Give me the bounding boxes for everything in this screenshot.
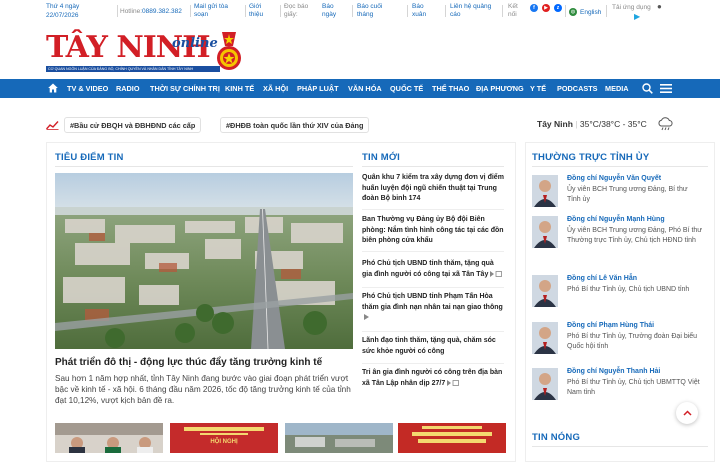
app-download-label: Tải ứng dụng [612,4,651,11]
latest-section-title[interactable]: TIN MỚI [362,152,400,163]
date-weekday: Thứ 4 ngày [46,3,80,10]
thumbnail-1[interactable] [55,423,163,453]
nav-world[interactable]: QUỐC TẾ [390,79,423,98]
read-print-label: Đọc báo giấy: [284,3,309,18]
back-to-top-button[interactable] [676,402,698,424]
link-spring[interactable]: Báo xuân [412,3,426,19]
hot-news-section-title[interactable]: TIN NÓNG [532,432,580,443]
leader-avatar [532,175,558,207]
zalo-icon[interactable]: z [554,4,562,12]
logo-tagline: CƠ QUAN NGÔN LUẬN CỦA ĐẢNG BỘ, CHÍNH QUY… [46,66,220,72]
focus-section-title[interactable]: TIÊU ĐIỂM TIN [55,152,124,163]
link-about[interactable]: Giới thiệu [249,3,263,19]
leader-name[interactable]: Đồng chí Nguyễn Thanh Hải [567,368,660,375]
link-mail[interactable]: Mail gửi tòa soạn [194,3,228,19]
leader-role: Ủy viên BCH Trung ương Đảng, Bí thư Tỉnh… [567,186,688,203]
nav-health[interactable]: Y TẾ [530,79,546,98]
thumbnail-3[interactable] [285,423,393,453]
thumbnail-2[interactable]: HỘI NGHỊ [170,423,278,453]
latest-news-item-3[interactable]: Phó Chủ tịch UBND tỉnh thăm, tặng quà gi… [362,259,504,280]
cloud-rain-icon [658,117,673,131]
logo-suffix: online [172,36,218,51]
latest-news-item-2[interactable]: Ban Thường vụ Đảng ủy Bộ đội Biên phòng:… [362,215,504,247]
weather-city: Tây Ninh [537,119,573,129]
city-aerial-photo [55,173,353,349]
latest-news-item-6[interactable]: Tri ân gia đình người có công trên địa b… [362,368,504,389]
party-emblem-icon [217,32,241,70]
facebook-icon[interactable]: f [530,4,538,12]
nav-local[interactable]: ĐỊA PHƯƠNG [476,79,524,98]
link-monthly[interactable]: Báo cuối tháng [357,3,382,19]
leader-role: Phó Bí thư Tỉnh ủy, Chủ tịch UBMTTQ Việt… [567,379,700,396]
globe-icon: ◍ [569,8,577,16]
nav-radio[interactable]: RADIO [116,79,140,98]
trending-chart-icon [46,121,59,130]
latest-news-item-1[interactable]: Quân khu 7 kiểm tra xây dựng đơn vị điểm… [362,173,504,205]
youtube-icon[interactable]: ▶ [542,4,550,12]
latest-news-item-5[interactable]: Lãnh đạo tỉnh thăm, tặng quà, chăm sóc s… [362,336,504,357]
standing-section-title[interactable]: THƯỜNG TRỰC TỈNH ỦY [532,152,649,163]
connect-label: Kết nối [508,3,518,18]
trending-tags-bar: #Bầu cử ĐBQH và ĐBHĐND các cấp #ĐHĐB toà… [0,110,720,140]
language-english[interactable]: English [580,9,601,17]
apple-icon[interactable]: ● [657,3,662,11]
thumbnail-4[interactable] [398,423,506,453]
video-image-icon [447,379,460,386]
search-icon[interactable] [642,83,653,94]
nav-podcasts[interactable]: PODCASTS [557,79,598,98]
leader-avatar [532,275,558,307]
hamburger-menu-icon[interactable] [660,84,672,93]
leader-card[interactable]: Đồng chí Lê Văn Hẫn Phó Bí thư Tỉnh ủy, … [532,275,712,315]
tag-election[interactable]: #Bầu cử ĐBQH và ĐBHĐND các cấp [64,117,202,133]
leader-name[interactable]: Đồng chí Lê Văn Hẫn [567,275,637,282]
top-bar: Thứ 4 ngày 22/07/2026 Hotline:0889.382.3… [0,0,720,24]
leader-role: Phó Bí thư Tỉnh ủy, Trưởng đoàn Đại biểu… [567,333,698,350]
main-nav: TV & VIDEO RADIO THỜI SỰ CHÍNH TRỊ KINH … [0,79,720,98]
nav-law[interactable]: PHÁP LUẬT [297,79,339,98]
hero-summary: Sau hơn 1 năm hợp nhất, tỉnh Tây Ninh đa… [55,374,351,405]
nav-media[interactable]: MEDIA [605,79,629,98]
leader-card[interactable]: Đồng chí Nguyễn Văn Quyết Ủy viên BCH Tr… [532,175,712,215]
thumbnail-2-text: HỘI NGHỊ [210,439,238,445]
leader-name[interactable]: Đồng chí Nguyễn Văn Quyết [567,175,661,182]
google-play-icon[interactable]: ▶ [634,13,640,21]
latest-news-item-4[interactable]: Phó Chủ tịch UBND tỉnh Phạm Tấn Hòa thăm… [362,292,504,324]
home-icon[interactable] [48,83,58,93]
video-icon [364,314,369,321]
hotline[interactable]: Hotline:0889.382.382 [120,8,182,16]
nav-sports[interactable]: THỂ THAO [432,79,469,98]
tag-congress[interactable]: #ĐHĐB toàn quốc lần thứ XIV của Đảng [220,117,370,133]
leader-role: Phó Bí thư Tỉnh ủy, Chủ tịch UBND tỉnh [567,286,690,293]
video-image-icon [490,270,503,277]
hero-headline[interactable]: Phát triển đô thị - động lực thúc đẩy tă… [55,357,355,368]
chevron-up-icon [682,410,692,416]
link-ads[interactable]: Liên hệ quảng cáo [450,3,491,19]
nav-economy[interactable]: KINH TẾ [225,79,254,98]
leader-avatar [532,368,558,400]
nav-society[interactable]: XÃ HỘI [263,79,288,98]
leader-card[interactable]: Đồng chí Phạm Hùng Thái Phó Bí thư Tỉnh … [532,322,712,362]
leader-card[interactable]: Đồng chí Nguyễn Mạnh Hùng Ủy viên BCH Tr… [532,216,712,256]
leader-avatar [532,216,558,248]
weather-widget: Tây Ninh | 35°C/38°C - 35°C [537,119,647,129]
nav-tv-video[interactable]: TV & VIDEO [67,79,108,98]
weather-temp: 35°C/38°C - 35°C [579,119,647,129]
leader-avatar [532,322,558,354]
link-daily[interactable]: Báo ngày [322,3,336,19]
nav-politics[interactable]: THỜI SỰ CHÍNH TRỊ [150,79,220,98]
leader-role: Ủy viên BCH Trung ương Đảng, Phó Bí thư … [567,227,702,244]
hero-image[interactable] [55,173,353,349]
leader-name[interactable]: Đồng chí Nguyễn Mạnh Hùng [567,216,665,223]
leader-name[interactable]: Đồng chí Phạm Hùng Thái [567,322,654,329]
nav-culture[interactable]: VĂN HÓA [348,79,382,98]
date: 22/07/2026 [46,12,79,19]
